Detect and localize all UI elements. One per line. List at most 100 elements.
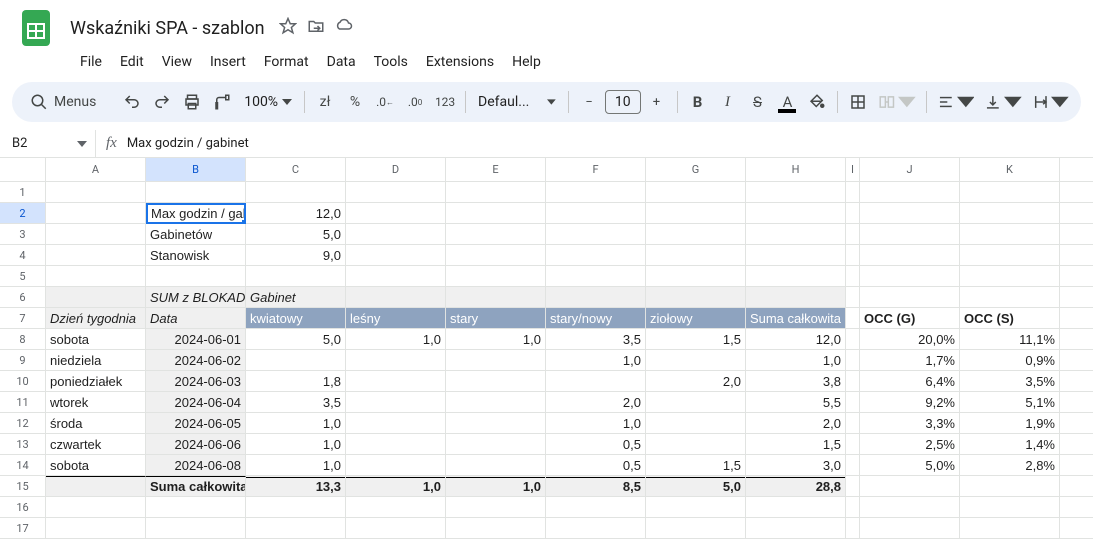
cell[interactable]: 3,0 bbox=[746, 455, 846, 476]
cell[interactable]: 0,5 bbox=[546, 455, 646, 476]
cell[interactable] bbox=[46, 245, 146, 266]
cell[interactable] bbox=[846, 203, 860, 224]
cell[interactable] bbox=[860, 182, 960, 203]
cell[interactable] bbox=[1060, 434, 1093, 455]
move-icon[interactable] bbox=[307, 17, 325, 39]
cell[interactable] bbox=[346, 455, 446, 476]
cell[interactable]: 2,5% bbox=[860, 434, 960, 455]
cell[interactable]: 1,0 bbox=[246, 413, 346, 434]
cell[interactable]: 2024-06-05 bbox=[146, 413, 246, 434]
font-select[interactable]: Defaul... bbox=[472, 94, 562, 110]
menu-insert[interactable]: Insert bbox=[202, 50, 254, 74]
cell[interactable] bbox=[746, 518, 846, 539]
cell[interactable] bbox=[1060, 497, 1093, 518]
cell[interactable] bbox=[646, 413, 746, 434]
row-header-16[interactable]: 16 bbox=[0, 497, 46, 518]
text-color-button[interactable]: A bbox=[773, 88, 801, 116]
cell[interactable] bbox=[446, 392, 546, 413]
cell[interactable]: 8,5 bbox=[546, 476, 646, 497]
more-formats-button[interactable]: 123 bbox=[431, 88, 459, 116]
col-header-G[interactable]: G bbox=[646, 158, 746, 181]
cell[interactable] bbox=[146, 182, 246, 203]
row-header-4[interactable]: 4 bbox=[0, 245, 46, 266]
cell[interactable]: OCC (S) bbox=[960, 308, 1060, 329]
cell[interactable] bbox=[346, 350, 446, 371]
cell[interactable] bbox=[446, 182, 546, 203]
menu-edit[interactable]: Edit bbox=[112, 50, 152, 74]
cell[interactable] bbox=[346, 203, 446, 224]
cell[interactable] bbox=[846, 350, 860, 371]
cell[interactable] bbox=[746, 245, 846, 266]
cell[interactable] bbox=[346, 245, 446, 266]
cell[interactable]: 28,8 bbox=[746, 476, 846, 497]
font-size-input[interactable]: 10 bbox=[605, 90, 640, 114]
cell[interactable]: 2,8% bbox=[960, 455, 1060, 476]
cell[interactable] bbox=[746, 497, 846, 518]
cell[interactable]: 5,1% bbox=[960, 392, 1060, 413]
cell[interactable] bbox=[1060, 413, 1093, 434]
cell[interactable]: leśny bbox=[346, 308, 446, 329]
italic-button[interactable]: I bbox=[713, 88, 741, 116]
cell[interactable]: 13,3 bbox=[246, 476, 346, 497]
cell[interactable] bbox=[846, 518, 860, 539]
cell[interactable] bbox=[446, 224, 546, 245]
cell[interactable] bbox=[860, 266, 960, 287]
cell[interactable]: 0,9% bbox=[960, 350, 1060, 371]
cell[interactable] bbox=[646, 518, 746, 539]
selection-handle[interactable] bbox=[241, 219, 246, 224]
cell[interactable] bbox=[646, 266, 746, 287]
cell[interactable]: 2,0 bbox=[746, 413, 846, 434]
menu-help[interactable]: Help bbox=[504, 50, 549, 74]
col-header-B[interactable]: B bbox=[146, 158, 246, 181]
cell[interactable]: 2024-06-01 bbox=[146, 329, 246, 350]
cell[interactable] bbox=[1060, 182, 1093, 203]
cell[interactable]: wtorek bbox=[46, 392, 146, 413]
cell[interactable] bbox=[746, 224, 846, 245]
cell[interactable] bbox=[146, 266, 246, 287]
cell[interactable] bbox=[846, 371, 860, 392]
cell[interactable]: 1,0 bbox=[546, 413, 646, 434]
cell[interactable] bbox=[960, 518, 1060, 539]
row-header-2[interactable]: 2 bbox=[0, 203, 46, 224]
decrease-font-size-button[interactable]: − bbox=[575, 88, 603, 116]
row-header-10[interactable]: 10 bbox=[0, 371, 46, 392]
bold-button[interactable]: B bbox=[683, 88, 711, 116]
cell[interactable]: 1,0 bbox=[246, 455, 346, 476]
cell[interactable] bbox=[346, 497, 446, 518]
cell[interactable]: 1,0 bbox=[246, 434, 346, 455]
cell[interactable] bbox=[346, 266, 446, 287]
cell[interactable]: 1,0 bbox=[446, 329, 546, 350]
cell[interactable] bbox=[846, 413, 860, 434]
cell[interactable] bbox=[846, 308, 860, 329]
cell[interactable] bbox=[446, 350, 546, 371]
cell[interactable]: poniedziałek bbox=[46, 371, 146, 392]
cell[interactable] bbox=[1060, 245, 1093, 266]
cell[interactable]: 3,5 bbox=[546, 329, 646, 350]
redo-button[interactable] bbox=[148, 88, 176, 116]
cell[interactable]: 0,5 bbox=[546, 434, 646, 455]
cell[interactable]: czwartek bbox=[46, 434, 146, 455]
cell[interactable]: 1,4% bbox=[960, 434, 1060, 455]
cell[interactable] bbox=[846, 329, 860, 350]
col-header-E[interactable]: E bbox=[446, 158, 546, 181]
cell[interactable] bbox=[446, 245, 546, 266]
cell[interactable] bbox=[446, 434, 546, 455]
col-header-K[interactable]: K bbox=[960, 158, 1060, 181]
cell[interactable]: 1,5 bbox=[746, 434, 846, 455]
cell[interactable] bbox=[1060, 476, 1093, 497]
row-header-15[interactable]: 15 bbox=[0, 476, 46, 497]
cell[interactable]: 12,0 bbox=[746, 329, 846, 350]
cell[interactable]: 3,5% bbox=[960, 371, 1060, 392]
row-header-5[interactable]: 5 bbox=[0, 266, 46, 287]
increase-decimal-button[interactable]: .00 bbox=[401, 88, 429, 116]
format-currency-button[interactable]: zł bbox=[311, 88, 339, 116]
cell[interactable]: 11,1% bbox=[960, 329, 1060, 350]
decrease-decimal-button[interactable]: .0← bbox=[371, 88, 399, 116]
menu-data[interactable]: Data bbox=[319, 50, 364, 74]
row-header-1[interactable]: 1 bbox=[0, 182, 46, 203]
col-header-D[interactable]: D bbox=[346, 158, 446, 181]
cell[interactable] bbox=[46, 518, 146, 539]
cloud-status-icon[interactable] bbox=[335, 17, 353, 39]
cell[interactable] bbox=[846, 182, 860, 203]
menu-tools[interactable]: Tools bbox=[366, 50, 416, 74]
